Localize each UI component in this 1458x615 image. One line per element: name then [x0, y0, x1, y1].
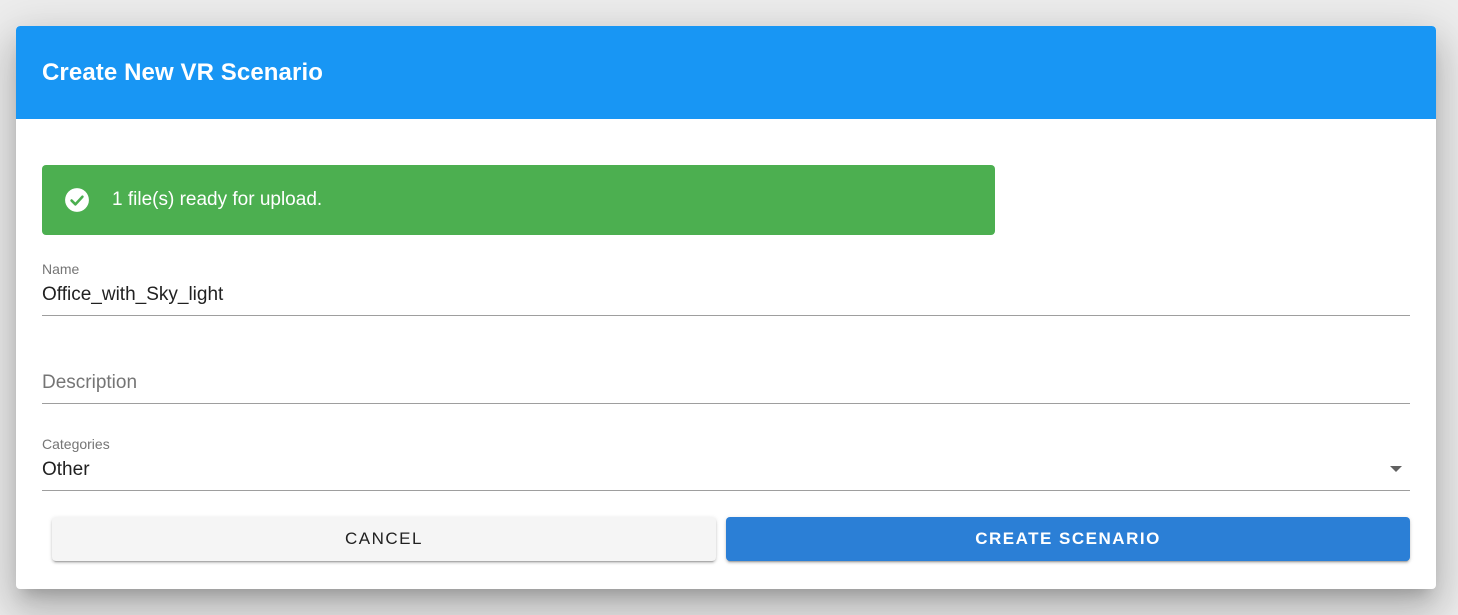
dialog-title: Create New VR Scenario	[42, 58, 323, 86]
check-circle-icon	[64, 187, 90, 213]
dialog-header: Create New VR Scenario	[16, 26, 1436, 119]
categories-selected-value[interactable]: Other	[42, 459, 90, 481]
alert-message: 1 file(s) ready for upload.	[112, 189, 323, 210]
description-field[interactable]: Description	[42, 346, 1410, 404]
categories-label: Categories	[42, 436, 110, 452]
categories-select[interactable]: Categories Other	[42, 431, 1410, 491]
name-label: Name	[42, 261, 80, 277]
create-scenario-dialog: Create New VR Scenario 1 file(s) ready f…	[16, 26, 1436, 589]
chevron-down-icon[interactable]	[1390, 466, 1402, 472]
cancel-button[interactable]: CANCEL	[52, 517, 716, 561]
create-scenario-button[interactable]: CREATE SCENARIO	[726, 517, 1410, 561]
name-input[interactable]: Office_with_Sky_light	[42, 284, 223, 306]
description-input[interactable]: Description	[42, 372, 137, 394]
name-field[interactable]: Name Office_with_Sky_light	[42, 256, 1410, 316]
upload-ready-alert: 1 file(s) ready for upload.	[42, 165, 995, 235]
